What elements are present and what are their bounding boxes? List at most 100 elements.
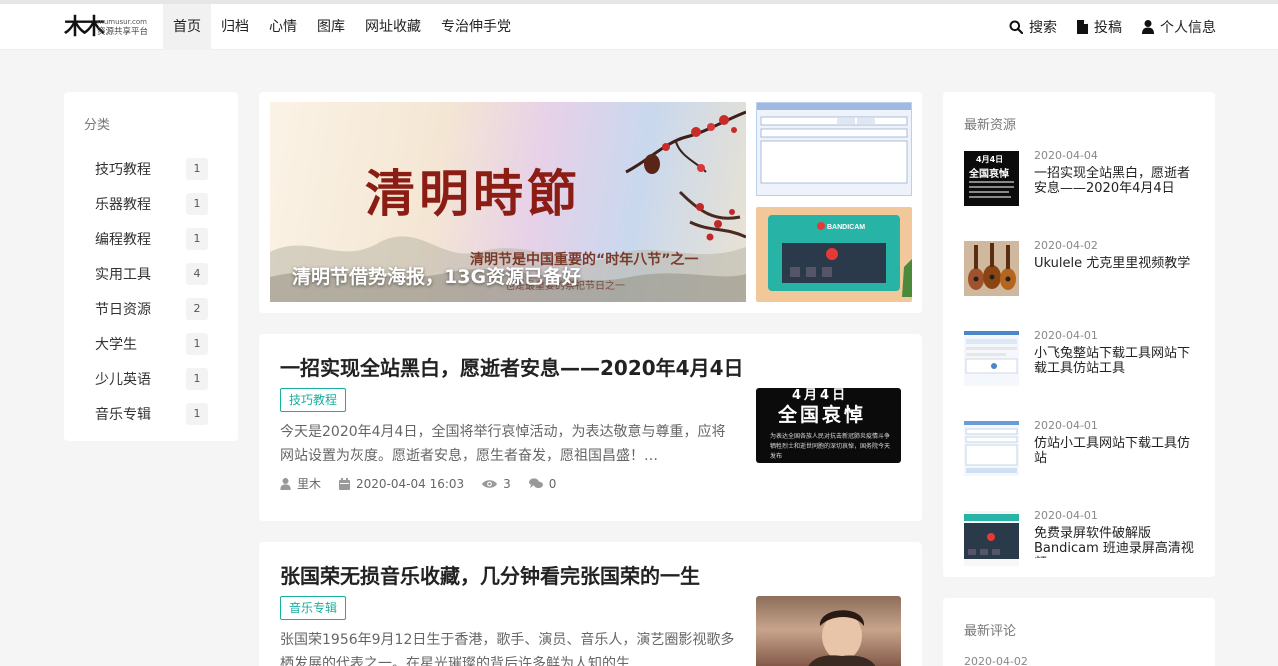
post-title[interactable]: 张国荣无损音乐收藏，几分钟看完张国荣的一生 xyxy=(280,562,901,590)
comments-icon xyxy=(528,478,543,488)
post-comments[interactable]: 0 xyxy=(528,477,556,491)
site-logo[interactable]: 木木 mumusur.com 资源共享平台 xyxy=(64,14,156,40)
category-label: 音乐专辑 xyxy=(95,406,151,423)
category-item[interactable]: 实用工具 4 xyxy=(84,256,218,291)
latest-item[interactable]: 4月4日 全国哀悼 2020-04-04 一招实现全站黑白，愿逝者安息——202… xyxy=(964,149,1194,239)
category-label: 乐器教程 xyxy=(95,196,151,213)
app-window-screenshot xyxy=(757,103,911,184)
submit-button[interactable]: 投稿 xyxy=(1077,4,1122,50)
category-item[interactable]: 技巧教程 1 xyxy=(84,151,218,186)
user-icon xyxy=(1142,20,1154,34)
search-button[interactable]: 搜索 xyxy=(1009,4,1057,50)
category-count: 1 xyxy=(186,157,208,180)
latest-thumbnail[interactable]: 4月4日 全国哀悼 xyxy=(964,151,1019,206)
category-item[interactable]: 少儿英语 1 xyxy=(84,361,218,396)
nav-archive[interactable]: 归档 xyxy=(211,4,259,50)
comments-title: 最新评论 xyxy=(964,624,1017,639)
search-label: 搜索 xyxy=(1029,20,1057,36)
category-count: 1 xyxy=(186,332,208,355)
latest-title: 最新资源 xyxy=(964,118,1017,133)
category-item[interactable]: 音乐专辑 1 xyxy=(84,396,218,431)
featured-slider: 清明時節 清明节是中国重要的“时年八节”之一 也是最重要的祭祀节日之一 清明节借… xyxy=(259,92,922,313)
nav-freeloaders[interactable]: 专治伸手党 xyxy=(431,4,521,50)
post-views-count: 3 xyxy=(503,476,511,491)
latest-date: 2020-04-02 xyxy=(1034,239,1098,252)
post-views: 3 xyxy=(482,477,511,491)
calendar-icon xyxy=(339,477,351,490)
thumb-body: 为表达全国各族人民对抗击新冠肺炎疫情斗争牺牲烈士和逝世同胞的深切哀悼，国务院今天… xyxy=(770,433,891,460)
ukulele-photo xyxy=(964,241,1019,296)
post-card: 张国荣无损音乐收藏，几分钟看完张国荣的一生 音乐专辑 张国荣1956年9月12日… xyxy=(259,542,922,666)
post-author[interactable]: 里木 xyxy=(280,475,321,492)
latest-date: 2020-04-01 xyxy=(1034,329,1098,342)
post-date: 2020-04-04 16:03 xyxy=(339,477,464,491)
latest-date: 2020-04-01 xyxy=(1034,419,1098,432)
latest-thumbnail[interactable] xyxy=(964,241,1019,296)
submit-label: 投稿 xyxy=(1094,20,1122,36)
search-icon xyxy=(1009,20,1023,34)
latest-date: 2020-04-04 xyxy=(1034,149,1098,162)
post-author-name: 里木 xyxy=(297,477,322,491)
category-label: 实用工具 xyxy=(95,266,151,283)
comment-date: 2020-04-02 xyxy=(964,655,1028,666)
latest-thumbnail[interactable] xyxy=(964,331,1019,386)
category-count: 1 xyxy=(186,227,208,250)
post-title[interactable]: 一招实现全站黑白，愿逝者安息——2020年4月4日 xyxy=(280,354,901,382)
latest-resources-panel: 最新资源 4月4日 全国哀悼 2020-04-04 一招实现全站黑白，愿逝者安息… xyxy=(943,92,1215,577)
nav-gallery[interactable]: 图库 xyxy=(307,4,355,50)
post-category-tag[interactable]: 音乐专辑 xyxy=(280,596,347,620)
latest-thumbnail[interactable] xyxy=(964,421,1019,476)
category-count: 4 xyxy=(186,262,208,285)
category-count: 1 xyxy=(186,192,208,215)
bandicam-brand: BANDICAM xyxy=(827,224,865,231)
category-item[interactable]: 编程教程 1 xyxy=(84,221,218,256)
latest-comments-panel: 最新评论 2020-04-02 xyxy=(943,598,1215,666)
profile-button[interactable]: 个人信息 xyxy=(1142,4,1216,50)
tool-screenshot xyxy=(964,421,1019,473)
slider-thumb-tool-window[interactable] xyxy=(756,102,912,196)
post-category-tag[interactable]: 技巧教程 xyxy=(280,388,347,412)
category-label: 编程教程 xyxy=(95,231,151,248)
category-count: 1 xyxy=(186,367,208,390)
latest-item[interactable]: 2020-04-01 小飞兔整站下载工具网站下载工具仿站工具 xyxy=(964,329,1194,419)
nav-bookmarks[interactable]: 网址收藏 xyxy=(355,4,431,50)
post-thumbnail[interactable] xyxy=(756,596,901,666)
nav-home[interactable]: 首页 xyxy=(163,4,211,50)
main-nav: 首页 归档 心情 图库 网址收藏 专治伸手党 xyxy=(163,4,521,50)
category-item[interactable]: 大学生 1 xyxy=(84,326,218,361)
latest-item[interactable]: 2020-04-01 仿站小工具网站下载工具仿站 xyxy=(964,419,1194,509)
category-count: 1 xyxy=(186,402,208,425)
portrait-photo xyxy=(808,610,876,666)
latest-title-link[interactable]: Ukulele 尤克里里视频教学 xyxy=(1034,256,1199,271)
thumb-headline: 全国哀悼 xyxy=(778,404,867,426)
post-excerpt: 张国荣1956年9月12日生于香港，歌手、演员、音乐人，演艺圈影视歌多栖发展的代… xyxy=(280,632,735,666)
eye-icon xyxy=(482,479,498,488)
header-tools: 搜索 投稿 个人信息 xyxy=(989,4,1216,50)
category-item[interactable]: 节日资源 2 xyxy=(84,291,218,326)
latest-item[interactable]: 2020-04-01 免费录屏软件破解版Bandicam 班迪录屏高清视频… xyxy=(964,509,1194,599)
post-excerpt: 今天是2020年4月4日，全国将举行哀悼活动，为表达敬意与尊重，应将网站设置为灰… xyxy=(280,424,726,464)
latest-title-link[interactable]: 小飞兔整站下载工具网站下载工具仿站工具 xyxy=(1034,346,1199,376)
latest-item[interactable]: 2020-04-02 Ukulele 尤克里里视频教学 xyxy=(964,239,1194,329)
tool-screenshot xyxy=(964,331,1019,374)
nav-mood[interactable]: 心情 xyxy=(259,4,307,50)
slider-main-banner[interactable]: 清明時節 清明节是中国重要的“时年八节”之一 也是最重要的祭祀节日之一 清明节借… xyxy=(270,102,746,302)
banner-title: 清明時節 xyxy=(365,164,581,223)
slider-thumb-bandicam[interactable]: BANDICAM xyxy=(756,207,912,302)
plum-blossom-image xyxy=(625,110,746,174)
latest-title-link[interactable]: 仿站小工具网站下载工具仿站 xyxy=(1034,436,1199,466)
category-item[interactable]: 乐器教程 1 xyxy=(84,186,218,221)
bandicam-screenshot: BANDICAM xyxy=(768,215,912,297)
latest-date: 2020-04-01 xyxy=(1034,509,1098,522)
category-label: 少儿英语 xyxy=(95,371,151,388)
latest-list: 4月4日 全国哀悼 2020-04-04 一招实现全站黑白，愿逝者安息——202… xyxy=(964,149,1194,599)
post-date-text: 2020-04-04 16:03 xyxy=(356,476,465,491)
category-list: 技巧教程 1 乐器教程 1 编程教程 1 实用工具 4 节日资源 2 大学生 1 少儿英语 1… xyxy=(84,151,218,431)
latest-title-link[interactable]: 免费录屏软件破解版Bandicam 班迪录屏高清视频… xyxy=(1034,526,1199,558)
site-header: 木木 mumusur.com 资源共享平台 首页 归档 心情 图库 网址收藏 专… xyxy=(0,4,1278,50)
document-icon xyxy=(1077,20,1088,34)
post-thumbnail[interactable]: 4月4日 全国哀悼 为表达全国各族人民对抗击新冠肺炎疫情斗争牺牲烈士和逝世同胞的… xyxy=(756,388,901,463)
latest-thumbnail[interactable] xyxy=(964,511,1019,566)
slider-caption[interactable]: 清明节借势海报，13G资源已备好 xyxy=(292,262,581,289)
latest-title-link[interactable]: 一招实现全站黑白，愿逝者安息——2020年4月4日 xyxy=(1034,166,1199,196)
